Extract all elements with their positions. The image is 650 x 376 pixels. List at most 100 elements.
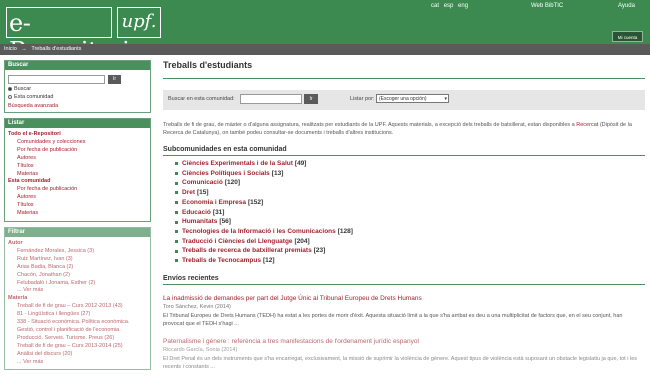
bibtic-link[interactable]: Web BibTIC [531, 3, 563, 9]
sort-select[interactable]: (Escoger una opción) ▾ [376, 94, 449, 103]
subcommunity-item[interactable]: Ciències Experimentals i de la Salut [49] [175, 159, 645, 169]
subcommunity-item[interactable]: Traducció i Ciències del Llenguatge [204] [175, 237, 645, 247]
breadcrumb-current: Treballs d'estudiants [31, 46, 82, 52]
lang-cat-link[interactable]: cat [431, 3, 439, 9]
subcommunity-item[interactable]: Comunicació [120] [175, 178, 645, 188]
recent-item-abstract: El Dret Penal és un dels instruments que… [163, 355, 638, 370]
bullet-icon [175, 220, 178, 224]
filter-link[interactable]: Felubadaló i Jonama, Esther (2) [8, 280, 147, 288]
subcommunity-name[interactable]: Treballs de recerca de batxillerat premi… [182, 246, 312, 256]
bullet-icon [175, 201, 178, 205]
scope-community-radio[interactable]: Esta comunidad [8, 94, 147, 100]
subcommunity-item[interactable]: Humanitats [56] [175, 217, 645, 227]
subcommunity-name[interactable]: Economia i Empresa [182, 198, 246, 208]
language-links: cat esp eng [431, 3, 471, 9]
filter-more-link[interactable]: ... Ver más [8, 359, 147, 367]
subcommunity-name[interactable]: Ciències Experimentals i de la Salut [182, 159, 293, 169]
filter-facet-heading: Autor [8, 239, 23, 246]
recent-item-title[interactable]: Paternalisme i gènere : referència a tre… [163, 338, 645, 345]
subcommunity-name[interactable]: Educació [182, 208, 211, 218]
bullet-icon [175, 259, 178, 263]
subcommunity-count: [204] [294, 237, 310, 245]
subcommunity-name[interactable]: Ciències Polítiques i Socials [182, 169, 270, 179]
community-search-input[interactable] [240, 94, 302, 104]
filter-link[interactable]: 338 - Situació econòmica. Política econò… [8, 319, 147, 327]
subcommunity-item[interactable]: Tecnologies de la Informació i les Comun… [175, 227, 645, 237]
subcommunity-item[interactable]: Economia i Empresa [152] [175, 198, 645, 208]
browse-link[interactable]: Autores [8, 194, 147, 202]
filter-more-link[interactable]: ... Ver más [8, 287, 147, 295]
subcommunity-count: [56] [219, 218, 231, 226]
subcommunity-item[interactable]: Ciències Polítiques i Socials [13] [175, 169, 645, 179]
scope-all-radio[interactable]: Buscar [8, 86, 147, 92]
advanced-search-link[interactable]: Búsqueda avanzada [8, 103, 147, 109]
subcommunity-item[interactable]: Educació [31] [175, 208, 645, 218]
filter-link[interactable]: Treball de fi de grau – Curs 2013-2014 (… [8, 343, 147, 351]
filter-panel: Filtrar Autor Fernández Morales, Jessica … [4, 226, 151, 371]
breadcrumb-home[interactable]: Inicio [4, 46, 17, 52]
filter-panel-title: Filtrar [5, 227, 150, 237]
subcommunity-count: [15] [197, 189, 209, 197]
filter-link[interactable]: 81 - Lingüística i llengües (27) [8, 311, 147, 319]
subcommunity-item[interactable]: Treballs de Tecnocampus [12] [175, 256, 645, 266]
browse-link[interactable]: Por fecha de publicación [8, 186, 147, 194]
subcommunity-count: [12] [263, 257, 275, 265]
filter-link[interactable]: Fernández Morales, Jessica (3) [8, 248, 147, 256]
help-link[interactable]: Ayuda [618, 3, 635, 9]
community-search-bar: Buscar en esta comunidad: Ir Listar por:… [163, 90, 645, 110]
logo-text: e-Repositori [9, 9, 130, 65]
recent-item-title[interactable]: La inadmissió de demandes per part del J… [163, 295, 645, 302]
browse-link[interactable]: Comunidades y colecciones [8, 139, 147, 147]
browse-link[interactable]: Títulos [8, 202, 147, 210]
subcommunity-name[interactable]: Tecnologies de la Informació i les Comun… [182, 227, 336, 237]
filter-link[interactable]: Treball de fi de grau – Curs 2012-2013 (… [8, 303, 147, 311]
subcommunity-item[interactable]: Treballs de recerca de batxillerat premi… [175, 246, 645, 256]
browse-link[interactable]: Autores [8, 155, 147, 163]
browse-link[interactable]: Materias [8, 210, 147, 218]
subcommunity-count: [23] [313, 247, 326, 255]
sidebar-search-input[interactable] [8, 75, 105, 84]
filter-link[interactable]: Anàlisi del discurs (20) [8, 351, 147, 359]
recent-item-abstract: El Tribunal Europeu de Drets Humans (TED… [163, 312, 623, 327]
community-search-button[interactable]: Ir [304, 94, 318, 104]
subcommunity-list: Ciències Experimentals i de la Salut [49]… [163, 159, 645, 266]
recercat-link[interactable]: Recercat [576, 122, 598, 128]
sidebar-search-button[interactable]: Ir [108, 75, 121, 84]
subcommunity-item[interactable]: Dret [15] [175, 188, 645, 198]
subcommunity-name[interactable]: Comunicació [182, 178, 223, 188]
browse-link[interactable]: Por fecha de publicación [8, 147, 147, 155]
radio-empty-icon [8, 95, 12, 99]
filter-link[interactable]: Producció. Serveis. Turisme. Preus (26) [8, 335, 147, 343]
community-search-label: Buscar en esta comunidad: [168, 96, 235, 102]
browse-scope-heading[interactable]: Todo el e-Repositori [8, 131, 147, 139]
search-panel-title: Buscar [5, 61, 150, 70]
sidebar: Buscar Ir Buscar Esta comunidad Búsqueda… [4, 60, 151, 375]
subcommunity-name[interactable]: Dret [182, 188, 195, 198]
chevron-down-icon: ▾ [444, 96, 447, 102]
browse-link[interactable]: Títulos [8, 163, 147, 171]
subcommunity-count: [49] [294, 160, 307, 167]
logo-box: e-Repositori [6, 7, 130, 65]
browse-panel-title: Listar [5, 119, 150, 128]
breadcrumb: Inicio → Treballs d'estudiants [0, 44, 650, 55]
subcommunity-name[interactable]: Humanitats [182, 217, 217, 227]
filter-link[interactable]: Ruiz Martínez, Ivan (3) [8, 256, 147, 264]
sort-label: Listar por: [350, 96, 375, 102]
filter-facet-heading: Materia [8, 295, 28, 302]
subcommunities-divider [163, 155, 645, 156]
filter-link[interactable]: Chacón, Jonathan (2) [8, 272, 147, 280]
site-logo[interactable]: e-Repositori upf. [6, 7, 161, 65]
breadcrumb-arrow-icon: → [21, 46, 27, 52]
subcommunity-name[interactable]: Treballs de Tecnocampus [182, 256, 261, 266]
site-header: e-Repositori upf. cat esp eng Web BibTIC… [0, 0, 650, 65]
lang-eng-link[interactable]: eng [458, 3, 468, 9]
browse-panel: Listar Todo el e-Repositori Comunidades y… [4, 118, 151, 222]
browse-link[interactable]: Materias [8, 171, 147, 179]
filter-link[interactable]: Gestió, control i planificació de l'econ… [8, 327, 147, 335]
lang-esp-link[interactable]: esp [444, 3, 454, 9]
subcommunity-name[interactable]: Traducció i Ciències del Llenguatge [182, 237, 293, 247]
subcommunity-count: [13] [271, 169, 284, 177]
filter-link[interactable]: Arias Badia, Blanca (2) [8, 264, 147, 272]
account-button[interactable]: Mi cuenta [612, 31, 643, 42]
main-content: Treballs d'estudiants Buscar en esta com… [163, 60, 645, 371]
